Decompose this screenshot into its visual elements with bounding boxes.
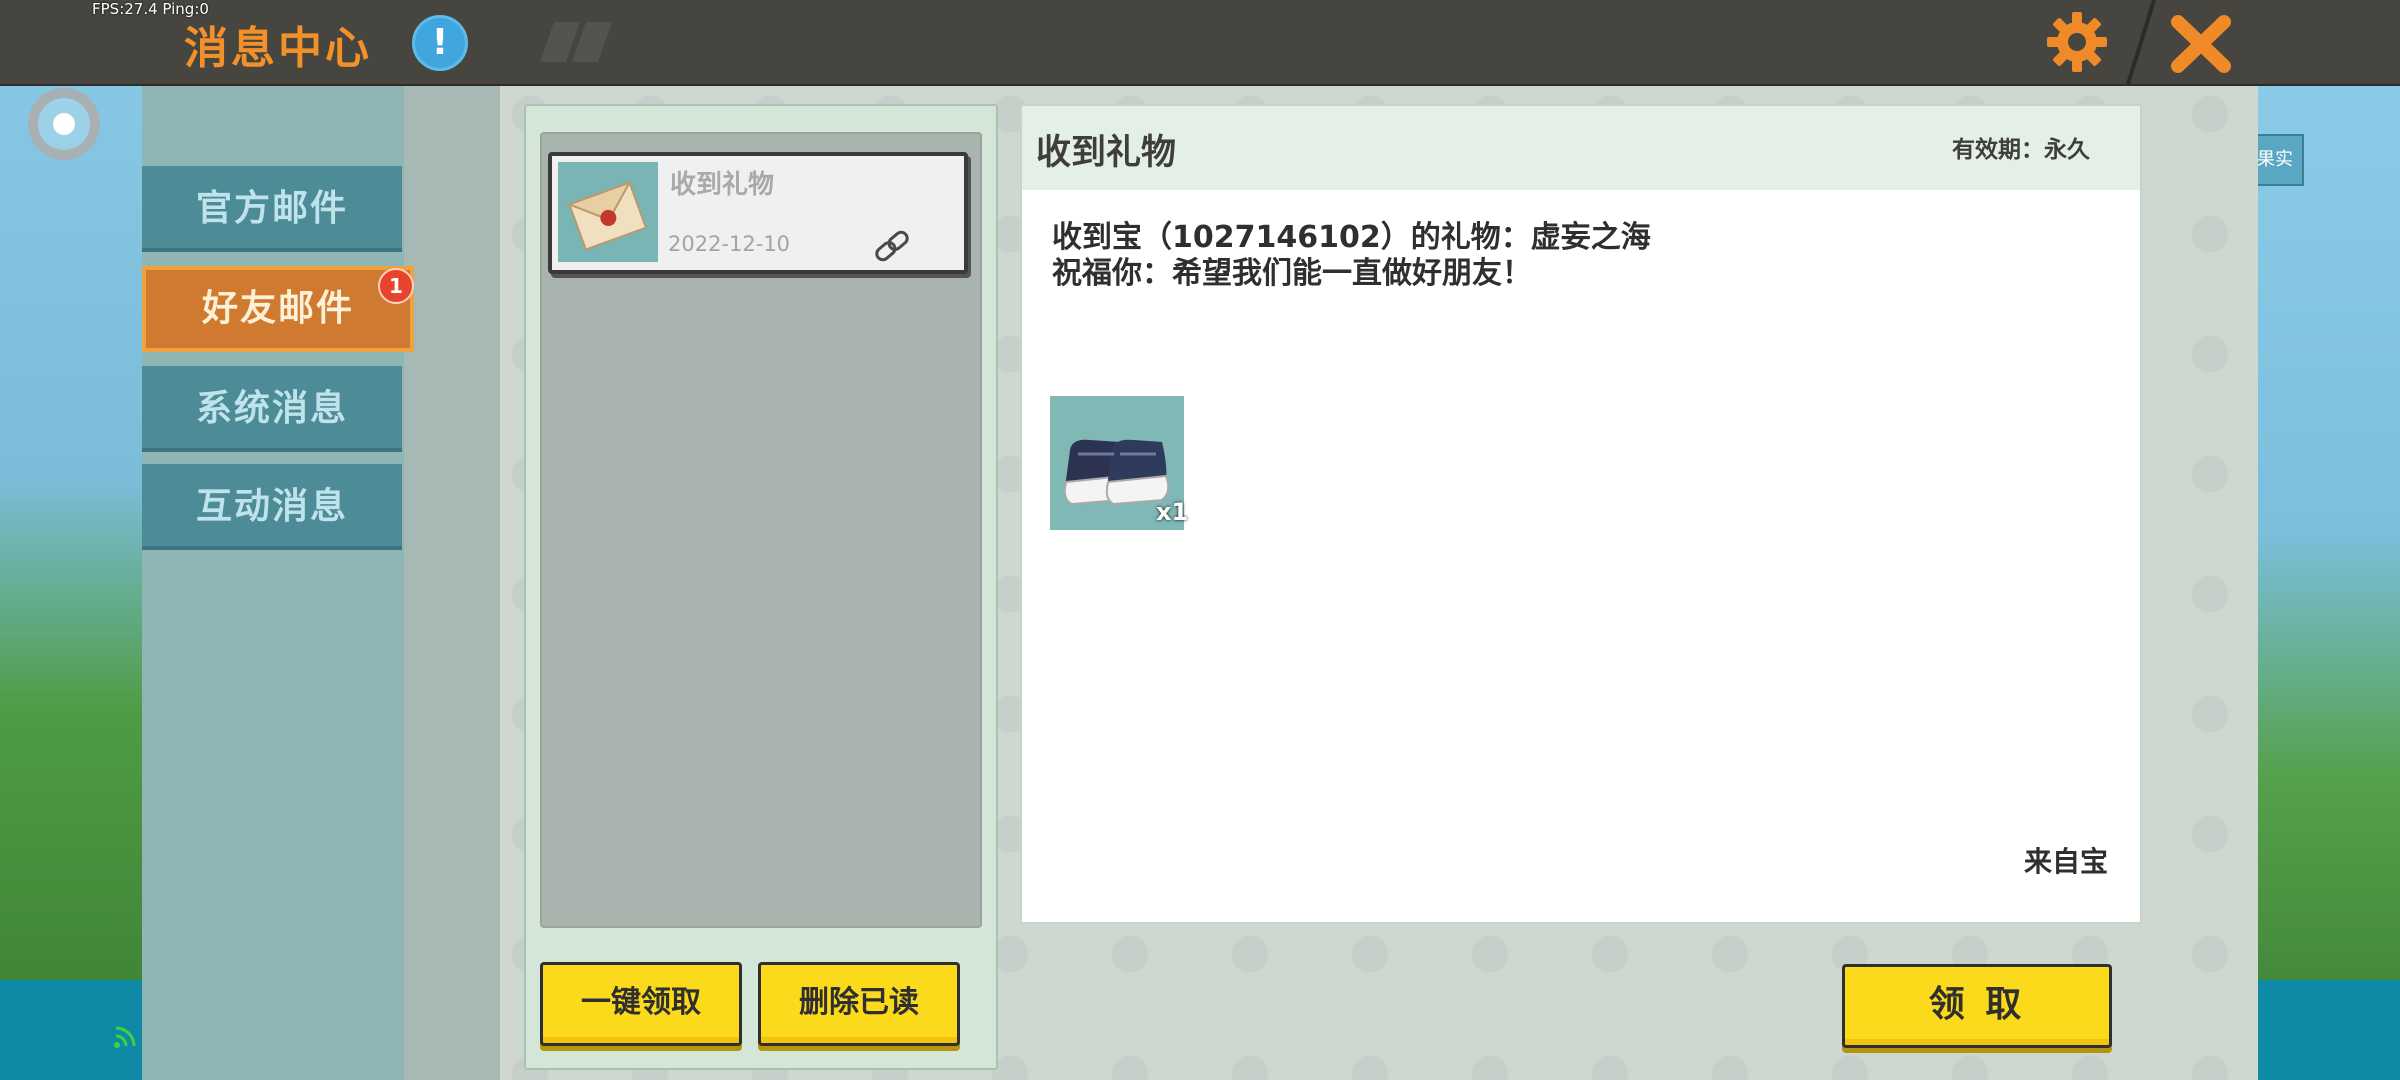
attachment-icon	[875, 230, 909, 262]
claim-all-button[interactable]: 一键领取	[540, 962, 742, 1046]
sender-label: 来自宝	[2024, 845, 2109, 878]
wifi-icon	[114, 1026, 136, 1048]
page-title: 消息中心	[184, 23, 372, 74]
info-icon[interactable]: !	[412, 15, 468, 71]
claim-button[interactable]: 领 取	[1842, 964, 2112, 1048]
game-scene-left	[0, 84, 142, 1080]
delete-read-button[interactable]: 删除已读	[758, 962, 960, 1046]
top-bar: FPS:27.4 Ping:0 消息中心 !	[0, 0, 2400, 86]
record-button[interactable]	[28, 88, 100, 160]
mail-detail-title: 收到礼物	[1036, 133, 1177, 173]
mail-subject: 收到礼物	[670, 170, 775, 200]
game-scene-right	[2258, 84, 2400, 1080]
list-item[interactable]: 收到礼物 2022-12-10	[548, 152, 968, 274]
tab-friend-mail[interactable]: 好友邮件	[142, 266, 414, 352]
unread-badge: 1	[378, 268, 414, 304]
header-divider	[2126, 0, 2156, 84]
mail-body-line-2: 祝福你：希望我们能一直做好朋友！	[1052, 256, 1532, 291]
tab-interaction-messages[interactable]: 互动消息	[142, 464, 402, 550]
sidebar-gutter	[404, 84, 500, 1080]
close-icon[interactable]	[2170, 14, 2232, 74]
gift-quantity: x1	[1156, 498, 1189, 526]
envelope-icon	[558, 162, 658, 262]
gear-icon[interactable]	[2045, 10, 2109, 74]
mail-date: 2022-12-10	[668, 232, 791, 256]
tab-system-messages[interactable]: 系统消息	[142, 366, 402, 452]
header-stripes	[540, 22, 612, 62]
tab-official-mail[interactable]: 官方邮件	[142, 166, 402, 252]
validity-label: 有效期：永久	[1952, 137, 2090, 163]
